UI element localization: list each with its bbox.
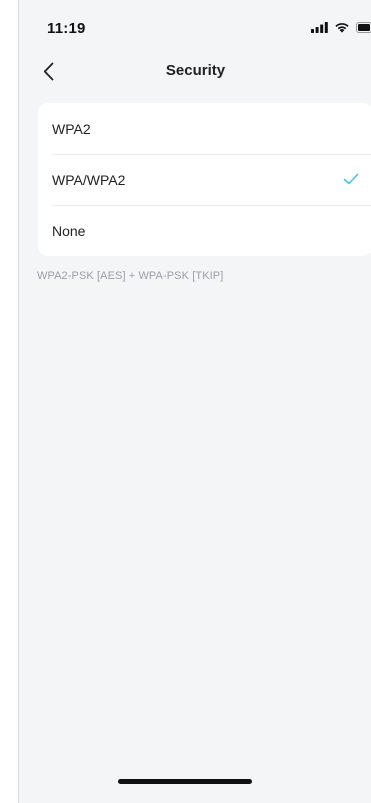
checkmark-icon bbox=[343, 173, 359, 185]
signal-icon bbox=[311, 22, 328, 33]
status-time: 11:19 bbox=[47, 20, 86, 37]
status-icons bbox=[311, 22, 371, 33]
option-label: None bbox=[52, 222, 86, 239]
navigation-bar: Security bbox=[19, 50, 371, 94]
security-options-list: WPA2 WPA/WPA2 None bbox=[38, 103, 371, 256]
page-title: Security bbox=[165, 62, 226, 79]
battery-icon bbox=[356, 22, 371, 33]
security-description: WPA2-PSK [AES] + WPA-PSK [TKIP] bbox=[37, 270, 224, 282]
option-wpa-wpa2[interactable]: WPA/WPA2 bbox=[38, 154, 371, 205]
option-label: WPA2 bbox=[52, 120, 91, 137]
status-bar: 11:19 bbox=[19, 0, 371, 50]
option-wpa2[interactable]: WPA2 bbox=[38, 103, 371, 154]
wifi-icon bbox=[335, 23, 349, 33]
option-label: WPA/WPA2 bbox=[52, 171, 126, 188]
home-indicator[interactable] bbox=[118, 779, 252, 784]
screen: 11:19 Security WPA2 WPA/WPA2 None WPA2-P… bbox=[18, 0, 371, 803]
option-none[interactable]: None bbox=[38, 205, 371, 256]
